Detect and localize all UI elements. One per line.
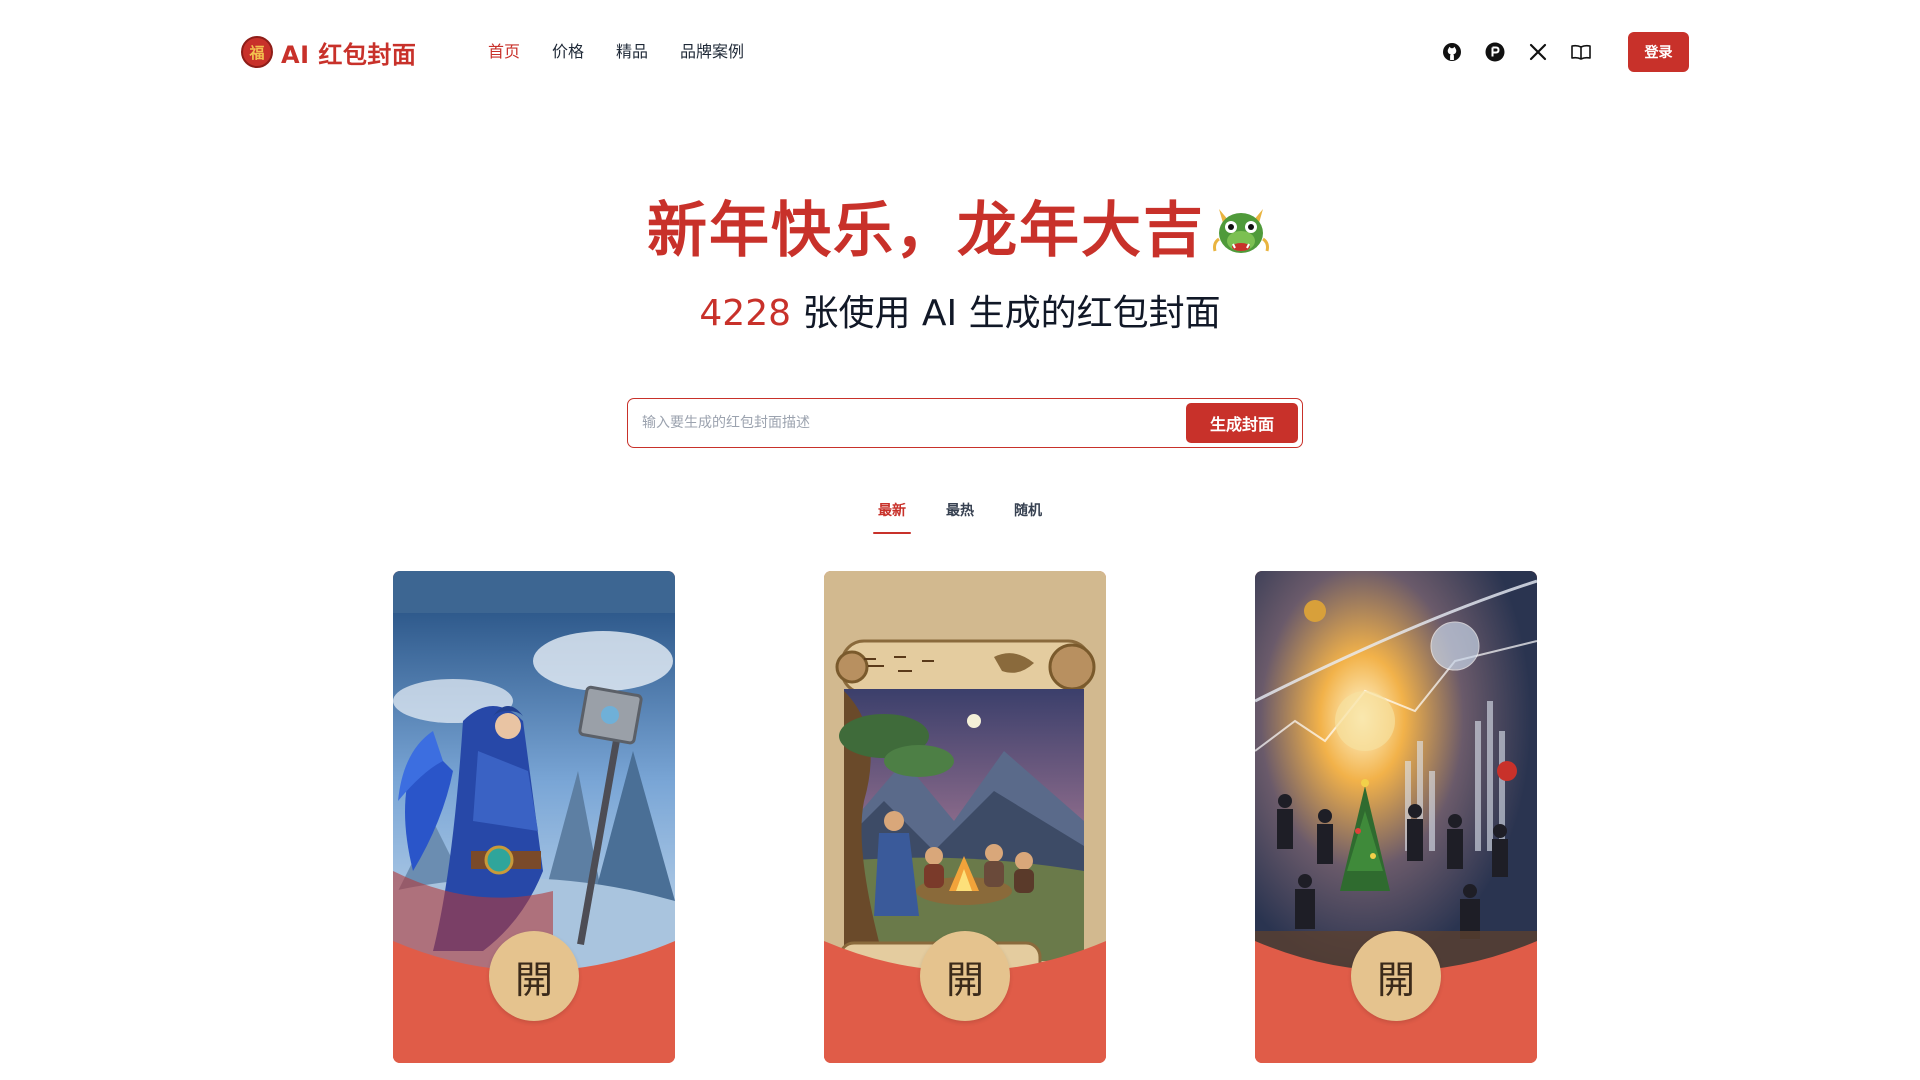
hero-subtitle: 4228 张使用 AI 生成的红包封面 (0, 290, 1920, 338)
github-icon[interactable] (1440, 40, 1464, 64)
tab-hottest[interactable]: 最热 (926, 500, 994, 534)
open-envelope-button[interactable]: 開 (920, 931, 1010, 1021)
x-icon[interactable] (1526, 40, 1550, 64)
open-envelope-button[interactable]: 開 (489, 931, 579, 1021)
dragon-icon (1213, 209, 1269, 253)
cover-card[interactable]: 開 (393, 571, 675, 1063)
hero-subtitle-text: 张使用 AI 生成的红包封面 (791, 293, 1221, 334)
producthunt-icon[interactable] (1483, 40, 1507, 64)
login-button[interactable]: 登录 (1628, 32, 1689, 72)
social-links (1440, 40, 1593, 64)
nav-item-pricing[interactable]: 价格 (552, 40, 584, 64)
top-header: 福 AI 红包封面 首页 价格 精品 品牌案例 登录 (0, 0, 1920, 104)
logo-text: AI 红包封面 (281, 40, 417, 69)
logo-badge-char: 福 (249, 43, 265, 62)
hero-title-row: 新年快乐，龙年大吉 (0, 195, 1920, 267)
logo-fu-badge-icon: 福 (241, 36, 273, 68)
tab-random[interactable]: 随机 (994, 500, 1062, 534)
sort-tabs: 最新 最热 随机 (0, 500, 1920, 534)
cover-card[interactable]: 開 (824, 571, 1106, 1063)
tab-latest[interactable]: 最新 (858, 500, 926, 534)
open-envelope-button[interactable]: 開 (1351, 931, 1441, 1021)
cover-count: 4228 (699, 293, 792, 334)
nav-item-premium[interactable]: 精品 (616, 40, 648, 64)
cover-card[interactable]: 開 (1255, 571, 1537, 1063)
main-nav: 首页 价格 精品 品牌案例 (488, 40, 776, 64)
prompt-input[interactable] (628, 399, 1186, 447)
nav-item-brand-cases[interactable]: 品牌案例 (680, 40, 744, 64)
generate-cover-button[interactable]: 生成封面 (1186, 403, 1298, 443)
prompt-search-bar: 生成封面 (627, 398, 1303, 448)
open-label: 開 (1376, 957, 1415, 1002)
page-title: 新年快乐，龙年大吉 (647, 196, 1205, 266)
open-label: 開 (945, 957, 984, 1002)
open-label: 開 (514, 957, 553, 1002)
book-icon[interactable] (1569, 40, 1593, 64)
nav-item-home[interactable]: 首页 (488, 40, 520, 64)
site-logo[interactable]: 福 AI 红包封面 (241, 34, 416, 70)
